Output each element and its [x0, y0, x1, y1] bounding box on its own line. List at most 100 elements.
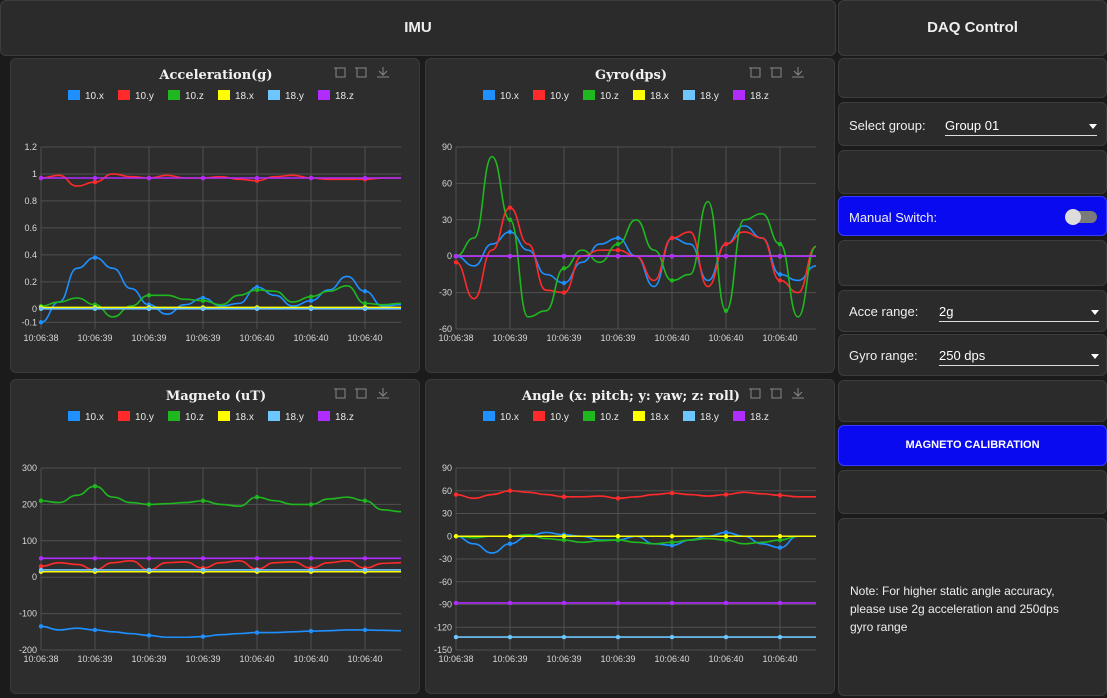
legend-label[interactable]: 18.z	[335, 91, 354, 102]
legend-label[interactable]: 18.x	[650, 91, 669, 102]
legend-label[interactable]: 18.y	[285, 91, 304, 102]
legend-swatch[interactable]	[218, 90, 230, 100]
zoom-reset-icon[interactable]	[770, 67, 782, 78]
zoom-icon[interactable]	[334, 67, 346, 78]
zoom-reset-icon[interactable]	[770, 388, 782, 399]
legend-swatch[interactable]	[218, 411, 230, 421]
magneto-calibration-button[interactable]: MAGNETO CALIBRATION	[838, 425, 1107, 466]
data-point	[561, 290, 567, 295]
chart-toolbar	[334, 388, 389, 399]
legend-swatch[interactable]	[268, 411, 280, 421]
data-point	[92, 175, 98, 181]
legend-swatch[interactable]	[633, 411, 645, 421]
legend-swatch[interactable]	[583, 90, 595, 100]
legend-swatch[interactable]	[633, 90, 645, 100]
legend-label[interactable]: 10.z	[185, 91, 204, 102]
chart-svg: Angle (x: pitch; y: yaw; z: roll)10.x 10.…	[434, 388, 817, 664]
data-point	[507, 205, 513, 210]
acce-range-dropdown[interactable]: 2g	[939, 304, 1099, 322]
legend-swatch[interactable]	[483, 411, 495, 421]
data-point	[723, 530, 729, 535]
data-point	[92, 306, 98, 311]
series-18-x	[453, 534, 817, 539]
x-tick-label: 10:06:39	[77, 654, 112, 664]
legend-label[interactable]: 10.y	[135, 412, 154, 423]
legend-swatch[interactable]	[733, 411, 745, 421]
legend-label[interactable]: 18.z	[750, 91, 769, 102]
legend-label[interactable]: 10.z	[600, 91, 619, 102]
legend-swatch[interactable]	[68, 411, 80, 421]
y-tick-label: 0.4	[24, 250, 37, 260]
legend-label[interactable]: 18.x	[235, 91, 254, 102]
data-point	[200, 298, 206, 303]
note-text: Note: For higher static angle accuracy, …	[850, 582, 1095, 636]
legend-label[interactable]: 10.z	[600, 412, 619, 423]
legend-label[interactable]: 18.z	[335, 412, 354, 423]
y-tick-label: 100	[22, 536, 37, 546]
select-group-dropdown[interactable]: Group 01	[945, 118, 1097, 136]
legend-label[interactable]: 18.y	[285, 412, 304, 423]
data-point	[561, 600, 567, 606]
legend-swatch[interactable]	[118, 411, 130, 421]
zoom-icon[interactable]	[749, 388, 761, 399]
data-point	[308, 556, 314, 561]
zoom-icon[interactable]	[749, 67, 761, 78]
legend-swatch[interactable]	[118, 90, 130, 100]
legend-swatch[interactable]	[683, 90, 695, 100]
data-point	[669, 235, 675, 241]
legend-swatch[interactable]	[483, 90, 495, 100]
x-tick-label: 10:06:40	[654, 654, 689, 664]
legend-swatch[interactable]	[683, 411, 695, 421]
data-point	[777, 493, 783, 498]
gyro-range-row: Gyro range: 250 dps	[838, 334, 1107, 376]
x-tick-label: 10:06:40	[708, 333, 743, 343]
data-point	[308, 628, 314, 634]
x-tick-label: 10:06:40	[347, 333, 382, 343]
legend-swatch[interactable]	[533, 411, 545, 421]
legend-swatch[interactable]	[168, 90, 180, 100]
legend-label[interactable]: 10.y	[135, 91, 154, 102]
y-tick-label: 0.6	[24, 223, 37, 233]
legend-swatch[interactable]	[583, 411, 595, 421]
download-icon[interactable]	[377, 67, 389, 78]
download-icon[interactable]	[377, 388, 389, 399]
legend-swatch[interactable]	[268, 90, 280, 100]
chart-toolbar	[749, 67, 804, 78]
daq-control-header: DAQ Control	[838, 0, 1107, 56]
legend-label[interactable]: 10.x	[85, 91, 104, 102]
data-point	[362, 627, 368, 633]
manual-switch-row: Manual Switch:	[838, 196, 1107, 236]
zoom-icon[interactable]	[334, 388, 346, 399]
legend-swatch[interactable]	[318, 90, 330, 100]
legend-label[interactable]: 10.z	[185, 412, 204, 423]
legend-label[interactable]: 18.y	[700, 91, 719, 102]
legend-label[interactable]: 18.x	[235, 412, 254, 423]
legend-swatch[interactable]	[733, 90, 745, 100]
data-point	[453, 492, 459, 497]
y-tick-label: 90	[442, 142, 452, 152]
zoom-reset-icon[interactable]	[355, 388, 367, 399]
download-icon[interactable]	[792, 388, 804, 399]
manual-switch-toggle[interactable]	[1065, 209, 1097, 225]
legend-label[interactable]: 10.x	[500, 412, 519, 423]
data-point	[669, 600, 675, 606]
legend-swatch[interactable]	[318, 411, 330, 421]
gyro-range-dropdown[interactable]: 250 dps	[939, 348, 1099, 366]
data-point	[507, 541, 513, 547]
data-point	[200, 498, 206, 503]
legend-swatch[interactable]	[533, 90, 545, 100]
legend-label[interactable]: 10.y	[550, 412, 569, 423]
legend-swatch[interactable]	[68, 90, 80, 100]
data-point	[362, 306, 368, 311]
y-tick-label: 0	[32, 572, 37, 582]
legend-label[interactable]: 18.y	[700, 412, 719, 423]
legend-label[interactable]: 10.x	[500, 91, 519, 102]
legend-label[interactable]: 18.z	[750, 412, 769, 423]
legend-label[interactable]: 18.x	[650, 412, 669, 423]
chevron-down-icon	[1091, 354, 1099, 359]
zoom-reset-icon[interactable]	[355, 67, 367, 78]
legend-label[interactable]: 10.x	[85, 412, 104, 423]
legend-swatch[interactable]	[168, 411, 180, 421]
download-icon[interactable]	[792, 67, 804, 78]
legend-label[interactable]: 10.y	[550, 91, 569, 102]
